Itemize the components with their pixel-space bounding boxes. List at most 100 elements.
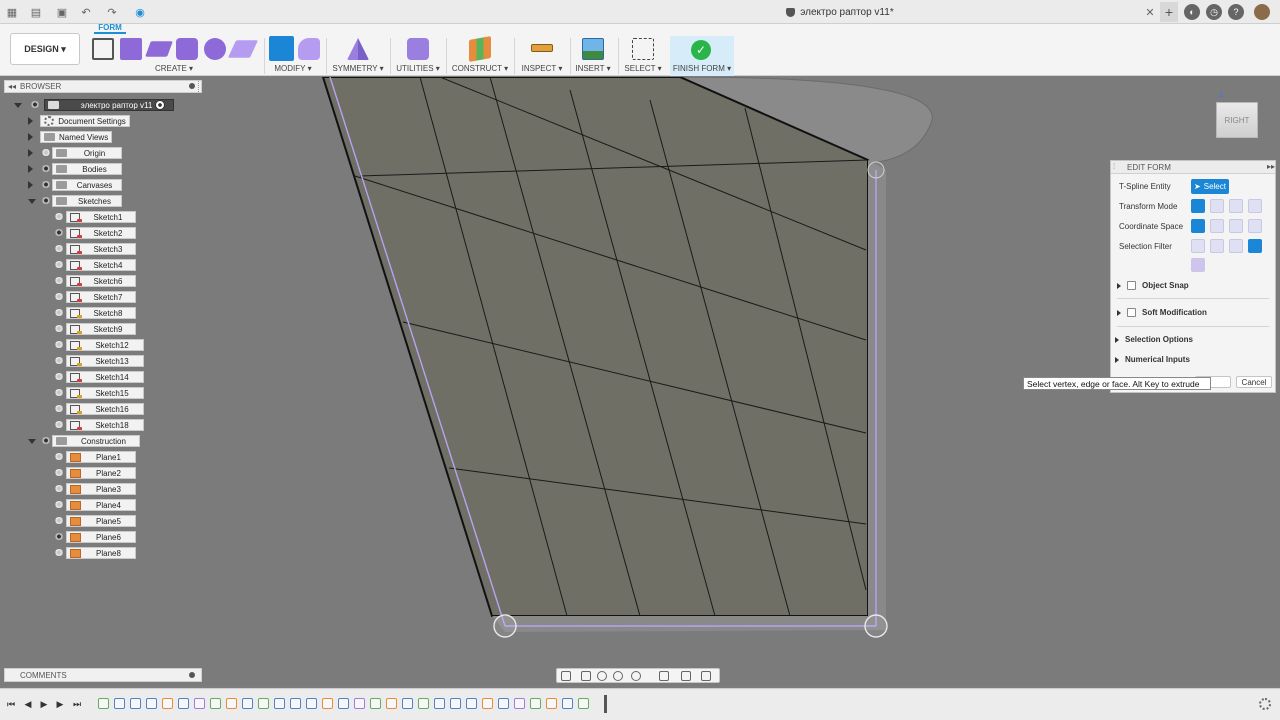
cylinder-icon[interactable] xyxy=(176,38,198,60)
orbit-icon[interactable] xyxy=(561,671,571,681)
viewcube[interactable]: RIGHT xyxy=(1216,102,1258,138)
plane-item[interactable]: Plane2 xyxy=(66,467,136,479)
browser-item-row[interactable]: Sketches xyxy=(14,195,194,207)
mirror-icon[interactable] xyxy=(347,38,369,60)
utilities-icon[interactable] xyxy=(407,38,429,60)
add-comment-icon[interactable] xyxy=(189,672,195,678)
visibility-eye-icon[interactable] xyxy=(54,325,64,332)
timeline-feature-icon[interactable] xyxy=(130,698,141,709)
browser-item[interactable]: Named Views xyxy=(40,131,112,143)
go-to-start-icon[interactable]: ⏮ xyxy=(6,699,16,709)
plane-row[interactable]: Plane8 xyxy=(14,547,194,559)
visibility-eye-icon[interactable] xyxy=(41,165,51,172)
timeline-feature-icon[interactable] xyxy=(514,698,525,709)
sketch-row[interactable]: Sketch2 xyxy=(14,227,194,239)
plane-row[interactable]: Plane5 xyxy=(14,515,194,527)
sketch-row[interactable]: Sketch18 xyxy=(14,419,194,431)
construction-folder[interactable]: Construction xyxy=(52,435,140,447)
vertex-filter-icon[interactable] xyxy=(1191,239,1205,253)
sketch-item[interactable]: Sketch14 xyxy=(66,371,144,383)
edge-filter-icon[interactable] xyxy=(1210,239,1224,253)
utilities-group[interactable]: UTILITIES ▾ xyxy=(394,34,442,76)
face-filter-icon[interactable] xyxy=(1229,239,1243,253)
resize-handle[interactable] xyxy=(198,81,200,92)
browser-item[interactable]: Origin xyxy=(52,147,122,159)
visibility-eye-icon[interactable] xyxy=(41,197,51,204)
viewports-icon[interactable] xyxy=(701,671,711,681)
plane-icon[interactable] xyxy=(145,41,173,57)
timeline-feature-icon[interactable] xyxy=(418,698,429,709)
rotate-icon[interactable] xyxy=(1229,199,1243,213)
create-sketch-icon[interactable] xyxy=(92,38,114,60)
app-grid-icon[interactable]: ▦ xyxy=(4,4,20,20)
visibility-eye-icon[interactable] xyxy=(54,389,64,396)
sketch-row[interactable]: Sketch1 xyxy=(14,211,194,223)
sketch-item[interactable]: Sketch3 xyxy=(66,243,136,255)
browser-item-row[interactable]: Origin xyxy=(14,147,194,159)
world-space-icon[interactable] xyxy=(1191,219,1205,233)
zoom-icon[interactable] xyxy=(613,671,623,681)
box-icon[interactable] xyxy=(120,38,142,60)
plane-item[interactable]: Plane6 xyxy=(66,531,136,543)
expand-triangle-icon[interactable] xyxy=(28,117,33,125)
sketch-row[interactable]: Sketch4 xyxy=(14,259,194,271)
timeline-feature-icon[interactable] xyxy=(354,698,365,709)
visibility-eye-icon[interactable] xyxy=(54,357,64,364)
timeline-feature-icon[interactable] xyxy=(226,698,237,709)
plane-item[interactable]: Plane3 xyxy=(66,483,136,495)
tspline-entity-select-button[interactable]: ➤ Select xyxy=(1191,179,1229,194)
timeline-feature-icon[interactable] xyxy=(114,698,125,709)
sketch-item[interactable]: Sketch6 xyxy=(66,275,136,287)
expand-triangle-icon[interactable] xyxy=(28,181,33,189)
plane-item[interactable]: Plane4 xyxy=(66,499,136,511)
document-tab[interactable]: электро раптор v11* xyxy=(520,0,1160,24)
insert-edge-icon[interactable] xyxy=(298,38,320,60)
sketch-item[interactable]: Sketch16 xyxy=(66,403,144,415)
fit-icon[interactable] xyxy=(631,671,641,681)
sketch-item[interactable]: Sketch15 xyxy=(66,387,144,399)
browser-item-row[interactable]: Document Settings xyxy=(14,115,194,127)
edit-form-icon[interactable] xyxy=(269,36,294,61)
timeline-feature-icon[interactable] xyxy=(578,698,589,709)
timeline-feature-icon[interactable] xyxy=(210,698,221,709)
save-icon[interactable]: ▣ xyxy=(54,4,70,20)
timeline-feature-icon[interactable] xyxy=(194,698,205,709)
sketch-item[interactable]: Sketch13 xyxy=(66,355,144,367)
timeline-feature-icon[interactable] xyxy=(498,698,509,709)
sketch-item[interactable]: Sketch4 xyxy=(66,259,136,271)
timeline-feature-icon[interactable] xyxy=(306,698,317,709)
settings-gear-icon[interactable] xyxy=(1259,698,1271,710)
plane-row[interactable]: Plane6 xyxy=(14,531,194,543)
timeline-feature-icon[interactable] xyxy=(402,698,413,709)
browser-item[interactable]: Document Settings xyxy=(40,115,130,127)
object-snap-checkbox[interactable] xyxy=(1127,281,1136,290)
collapse-dialog-icon[interactable]: ▸▸ xyxy=(1267,162,1275,171)
sketch-item[interactable]: Sketch7 xyxy=(66,291,136,303)
visibility-eye-icon[interactable] xyxy=(54,405,64,412)
timeline-feature-icon[interactable] xyxy=(450,698,461,709)
redo-icon[interactable]: ↷ xyxy=(104,4,120,20)
display-settings-icon[interactable] xyxy=(659,671,669,681)
pin-icon[interactable] xyxy=(189,83,195,89)
timeline-marker[interactable] xyxy=(604,695,607,713)
sketch-row[interactable]: Sketch16 xyxy=(14,403,194,415)
soft-modification-section[interactable]: Soft Modification xyxy=(1117,308,1207,317)
sketch-row[interactable]: Sketch8 xyxy=(14,307,194,319)
scale-icon[interactable] xyxy=(1248,199,1262,213)
measure-icon[interactable] xyxy=(531,44,553,52)
numerical-inputs-section[interactable]: Numerical Inputs xyxy=(1115,355,1190,364)
visibility-eye-icon[interactable] xyxy=(54,309,64,316)
visibility-eye-icon[interactable] xyxy=(41,181,51,188)
sketch-item[interactable]: Sketch8 xyxy=(66,307,136,319)
collapse-panel-icon[interactable]: ◂◂ xyxy=(8,82,16,91)
soft-modification-checkbox[interactable] xyxy=(1127,308,1136,317)
finish-form-check-icon[interactable]: ✓ xyxy=(691,40,711,60)
plane-row[interactable]: Plane3 xyxy=(14,483,194,495)
insert-image-icon[interactable] xyxy=(582,38,604,60)
symmetry-group[interactable]: SYMMETRY ▾ xyxy=(330,34,386,76)
local-space-icon[interactable] xyxy=(1229,219,1243,233)
timeline-feature-icon[interactable] xyxy=(338,698,349,709)
per-entity-space-icon[interactable] xyxy=(1248,219,1262,233)
extensions-icon[interactable]: ◐ xyxy=(1184,4,1200,20)
sketch-row[interactable]: Sketch12 xyxy=(14,339,194,351)
